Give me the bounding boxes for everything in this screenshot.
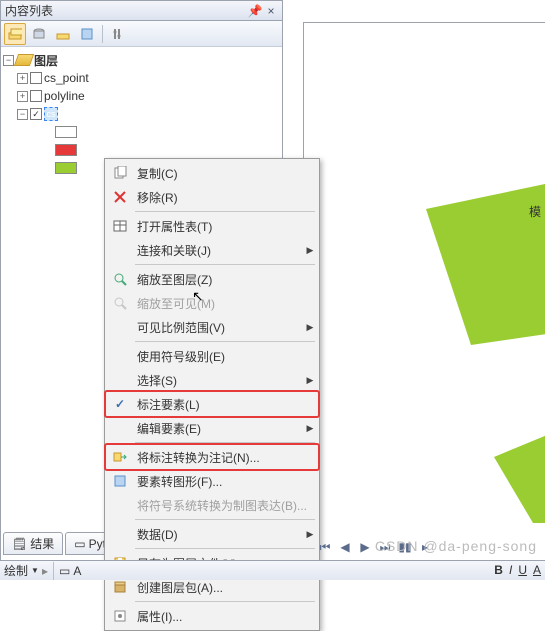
properties-icon [107,604,133,628]
menu-copy[interactable]: 复制(C) [107,161,317,185]
separator [53,562,54,580]
layer-row-selected[interactable]: − ✓ cs [3,105,280,123]
menu-zoom-visible: 缩放至可见(M) [107,291,317,315]
submenu-arrow-icon: ▶ [303,322,317,333]
panel-header: 内容列表 📌 × [1,1,282,21]
menu-convert-symbology: 将符号系统转换为制图表达(B)... [107,493,317,517]
map-canvas[interactable]: 模 [303,22,545,536]
menu-convert-annotation[interactable]: 将标注转换为注记(N)... [107,445,317,469]
prev-icon[interactable]: ◀ [337,539,353,555]
underline-icon[interactable]: U [518,563,527,577]
symbol-row [3,141,280,159]
collapse-icon[interactable]: − [17,109,28,120]
next-icon[interactable]: ▶ [357,539,373,555]
layer-label: cs [44,107,58,121]
menu-symbol-levels[interactable]: 使用符号级别(E) [107,344,317,368]
swatch-red [55,144,77,156]
bold-icon[interactable]: B [494,563,503,577]
menu-label-features[interactable]: 标注要素(L) [107,392,317,416]
panel-title: 内容列表 [5,2,246,19]
layer-label: polyline [44,89,85,103]
menu-remove[interactable]: 移除(R) [107,185,317,209]
submenu-arrow-icon: ▶ [303,375,317,386]
tab-label: 结果 [30,535,54,552]
root-label: 图层 [34,52,58,69]
layer-label: cs_point [44,71,89,85]
results-icon: 🗒 [12,537,27,551]
tab-results[interactable]: 🗒结果 [3,532,63,555]
list-by-source-icon[interactable] [28,23,50,45]
list-by-visibility-icon[interactable] [52,23,74,45]
menu-properties[interactable]: 属性(I)... [107,604,317,628]
first-icon[interactable]: ⏮ [317,539,333,555]
collapse-icon[interactable]: − [3,55,14,66]
list-by-drawing-icon[interactable] [4,23,26,45]
layer-row[interactable]: + cs_point [3,69,280,87]
remove-icon [107,185,133,209]
expand-icon[interactable]: + [17,73,28,84]
checkbox[interactable] [30,72,42,84]
status-bar: 绘制 ▼ ▸ ▭ A [0,560,545,580]
checkbox[interactable] [30,90,42,102]
layers-icon [14,54,34,66]
draw-label: 绘制 [4,562,28,579]
close-icon[interactable]: × [264,4,278,18]
pin-icon[interactable]: 📌 [248,4,262,18]
copy-icon [107,161,133,185]
separator [135,519,315,520]
polygon-feature [408,175,545,345]
zoom-icon [107,267,133,291]
menu-visible-range[interactable]: 可见比例范围(V)▶ [107,315,317,339]
options-icon[interactable] [107,23,129,45]
swatch-white [55,126,77,138]
toc-toolbar [1,21,282,47]
separator [135,442,315,443]
label-text: 模 [529,203,541,220]
separator [135,211,315,212]
layer-row[interactable]: + polyline [3,87,280,105]
watermark: CSDN @da-peng-song [375,538,537,554]
dropdown-arrow-icon[interactable]: ▼ [31,566,39,575]
menu-edit-features[interactable]: 编辑要素(E)▶ [107,416,317,440]
menu-data[interactable]: 数据(D)▶ [107,522,317,546]
graphics-icon [107,469,133,493]
submenu-arrow-icon: ▶ [303,245,317,256]
check-icon [107,392,133,416]
polygon-feature [494,403,545,523]
menu-joins[interactable]: 连接和关联(J)▶ [107,238,317,262]
separator [135,548,315,549]
swatch-green [55,162,77,174]
submenu-arrow-icon: ▶ [303,423,317,434]
convert-icon [107,445,133,469]
separator [135,341,315,342]
python-icon: ▭ [74,537,85,551]
list-by-selection-icon[interactable] [76,23,98,45]
menu-select[interactable]: 选择(S)▶ [107,368,317,392]
text-tool-icon[interactable]: A [73,564,81,578]
rect-tool-icon[interactable]: ▭ [59,564,70,578]
menu-attr-table[interactable]: 打开属性表(T) [107,214,317,238]
table-icon [107,214,133,238]
menu-features-to-graphics[interactable]: 要素转图形(F)... [107,469,317,493]
symbol-row [3,123,280,141]
separator [102,25,103,43]
menu-zoom-layer[interactable]: 缩放至图层(Z) [107,267,317,291]
zoom-icon [107,291,133,315]
separator [135,601,315,602]
tree-root[interactable]: − 图层 [3,51,280,69]
font-color-icon[interactable]: A [533,563,541,577]
italic-icon[interactable]: I [509,563,512,577]
expand-icon[interactable]: + [17,91,28,102]
format-tools: B I U A [494,560,541,580]
checkbox-checked[interactable]: ✓ [30,108,42,120]
separator [135,264,315,265]
